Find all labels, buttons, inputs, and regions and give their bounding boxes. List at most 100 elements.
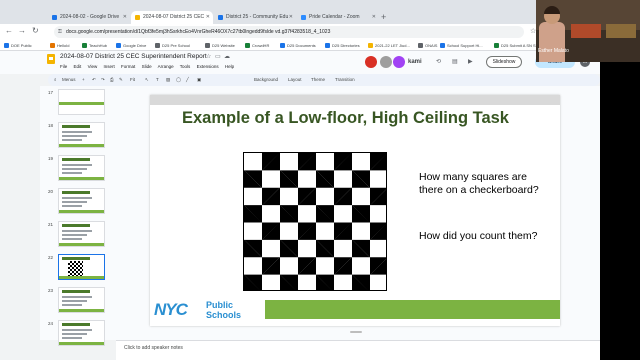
kami-button[interactable]: kami [408, 59, 422, 65]
slide-thumbnail[interactable] [58, 122, 105, 148]
thumb-text-line [62, 135, 87, 137]
menu-edit[interactable]: Edit [74, 64, 82, 69]
checkerboard-image[interactable] [243, 152, 387, 291]
slide-number: 18 [48, 123, 54, 128]
question-text[interactable]: How did you count them? [419, 230, 539, 243]
thumb-title [62, 290, 90, 293]
resize-handle[interactable] [350, 331, 362, 333]
slide-thumbnail[interactable] [58, 221, 105, 247]
bookmark-label: Google Drive [123, 43, 147, 48]
forward-icon[interactable]: → [18, 26, 26, 35]
back-icon[interactable]: ← [5, 26, 13, 35]
undo-icon[interactable]: ↶ [92, 77, 96, 83]
bookmark[interactable]: CrowdHR [245, 42, 269, 49]
menu-arrange[interactable]: Arrange [158, 64, 174, 69]
bookmark-label: D25 Pre School [162, 43, 191, 48]
bookmark[interactable]: D25 Website [205, 42, 235, 49]
current-slide[interactable]: Example of a Low-floor, High Ceiling Tas… [150, 95, 560, 326]
background-button[interactable]: Background [254, 77, 278, 82]
tab-community[interactable]: District 25 - Community Edu ✕ [214, 11, 296, 24]
menus-search[interactable]: Menus [62, 77, 76, 82]
slideshow-button[interactable]: Slideshow [486, 56, 522, 68]
slide-thumbnail[interactable] [58, 287, 105, 313]
line-icon[interactable]: ╱ [186, 77, 189, 83]
bookmark-icon [82, 43, 87, 48]
speaker-notes[interactable]: Click to add speaker notes [116, 340, 600, 360]
bookmark[interactable]: TeachHub [82, 42, 107, 49]
menu-tools[interactable]: Tools [180, 64, 191, 69]
address-bar[interactable]: ⚿ docs.google.com/presentation/d/1Qbf3fe… [54, 26, 524, 38]
slide-thumbnail[interactable] [58, 155, 105, 181]
layout-button[interactable]: Layout [288, 77, 302, 82]
bookmark[interactable]: School Support Hi... [440, 42, 483, 49]
tab-slides[interactable]: 2024-08-07 District 25 CEC ✕ [131, 11, 213, 24]
slide-thumbnail[interactable] [58, 188, 105, 214]
thumb-bar [59, 102, 104, 105]
bookmark[interactable]: D25 Pre School [155, 42, 190, 49]
slide-thumbnail[interactable] [58, 320, 105, 346]
search-icon[interactable]: ⌕ [54, 77, 57, 82]
select-icon[interactable]: ↖ [145, 77, 149, 83]
comment-add-icon[interactable]: ▣ [197, 77, 201, 83]
collaborator-avatar[interactable] [393, 56, 405, 68]
menu-extensions[interactable]: Extensions [197, 64, 219, 69]
zoom-select[interactable]: Fit [130, 77, 135, 82]
question-text[interactable]: How many squares are there on a checkerb… [419, 171, 539, 197]
slide-thumbnail[interactable] [58, 254, 105, 280]
thumb-title [62, 323, 90, 326]
thumb-text-line [62, 197, 92, 199]
slide-number: 22 [48, 255, 54, 260]
bookmark[interactable]: HelloId [50, 42, 69, 49]
bookmark[interactable]: D25 Submit A SN S... [494, 42, 539, 49]
slide-title[interactable]: Example of a Low-floor, High Ceiling Tas… [182, 109, 542, 128]
bookmark[interactable]: Google Drive [116, 42, 146, 49]
document-title[interactable]: 2024-08-07 District 25 CEC Superintenden… [60, 53, 207, 60]
paint-format-icon[interactable]: ✎ [119, 77, 123, 83]
bookmark-icon [155, 43, 160, 48]
tab-google-drive[interactable]: 2024-08-02 - Google Drive ✕ [48, 11, 130, 24]
move-folder-icon[interactable]: ▭ [215, 53, 221, 60]
menu-format[interactable]: Format [121, 64, 135, 69]
bookmark[interactable]: ONAIS [418, 42, 437, 49]
bookmark[interactable]: D25 Documents [280, 42, 316, 49]
browser-window: 2024-08-02 - Google Drive ✕ 2024-08-07 D… [0, 0, 600, 360]
theme-button[interactable]: Theme [311, 77, 325, 82]
video-call-icon[interactable]: ▶ [468, 58, 473, 65]
menu-insert[interactable]: Insert [104, 64, 115, 69]
bookmark[interactable]: 2021-22 LET Jiud... [368, 42, 410, 49]
close-icon[interactable]: ✕ [372, 11, 376, 24]
new-tab-icon[interactable]: + [381, 11, 386, 24]
collaborator-avatar[interactable] [380, 56, 392, 68]
print-icon[interactable]: ⎙ [110, 77, 114, 82]
close-icon[interactable]: ✕ [289, 11, 293, 24]
slide-thumbnail[interactable] [58, 89, 105, 115]
image-icon[interactable]: ▨ [166, 77, 170, 83]
menu-slide[interactable]: Slide [142, 64, 152, 69]
bookmark[interactable]: DOE Public [4, 42, 32, 49]
star-icon[interactable]: ☆ [206, 53, 211, 60]
menu-help[interactable]: Help [225, 64, 234, 69]
bookmark-label: 2021-22 LET Jiud... [375, 43, 410, 48]
close-icon[interactable]: ✕ [206, 11, 210, 24]
shape-icon[interactable]: ◯ [176, 77, 181, 83]
menu-view[interactable]: View [88, 64, 98, 69]
bookmark[interactable]: D25 Directories [325, 42, 360, 49]
menu-file[interactable]: File [60, 64, 67, 69]
collaborator-avatar[interactable] [365, 56, 377, 68]
redo-icon[interactable]: ↷ [101, 77, 105, 83]
add-slide-icon[interactable]: + [82, 77, 85, 82]
transition-button[interactable]: Transition [335, 77, 355, 82]
history-icon[interactable]: ⟲ [436, 58, 441, 65]
slides-icon [135, 15, 140, 20]
cloud-icon[interactable]: ☁ [224, 53, 230, 60]
reload-icon[interactable]: ↻ [32, 26, 39, 35]
tab-zoom[interactable]: Pride Calendar - Zoom ✕ [297, 11, 379, 24]
close-icon[interactable]: ✕ [123, 11, 127, 24]
bookmark-label: HelloId [57, 43, 70, 48]
slide-number: 21 [48, 222, 54, 227]
bookmark-icon [418, 43, 423, 48]
comment-icon[interactable]: ▤ [452, 58, 458, 65]
slide-number: 24 [48, 321, 54, 326]
slides-logo-icon[interactable] [47, 54, 55, 64]
textbox-icon[interactable]: T [156, 77, 159, 82]
